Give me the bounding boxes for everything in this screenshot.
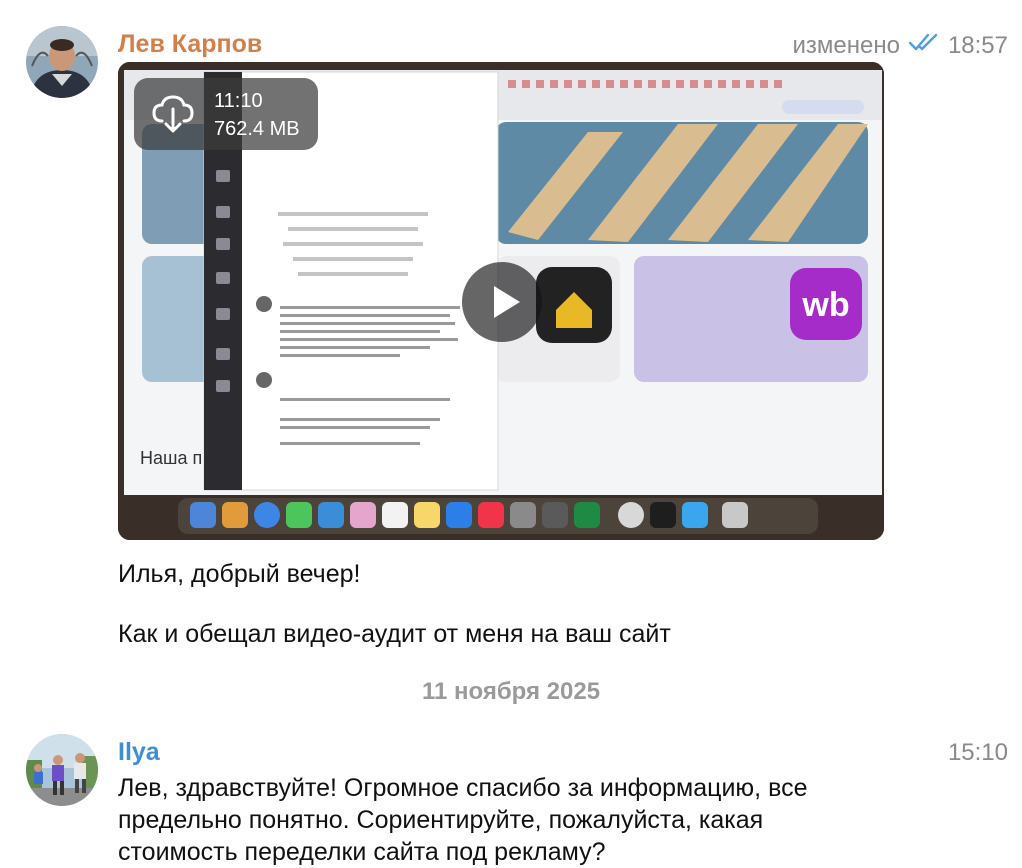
avatar-lev[interactable] bbox=[26, 26, 98, 98]
sender-name[interactable]: Ilya bbox=[118, 738, 160, 767]
message-time: 18:57 bbox=[947, 31, 1008, 59]
download-badge[interactable]: 11:10 762.4 MB bbox=[134, 78, 318, 150]
message-text-line: Илья, добрый вечер! bbox=[118, 560, 361, 588]
double-check-icon bbox=[908, 31, 940, 60]
video-size: 762.4 MB bbox=[214, 118, 300, 140]
message-meta: 15:10 bbox=[948, 739, 1008, 767]
play-icon bbox=[494, 286, 520, 318]
message-text-line: Лев, здравствуйте! Огромное спасибо за и… bbox=[118, 774, 808, 802]
message-text-line: стоимость переделки сайта под рекламу? bbox=[118, 838, 606, 866]
date-separator: 11 ноября 2025 bbox=[421, 678, 601, 705]
cloud-download-icon[interactable] bbox=[150, 91, 196, 142]
preview-headline: Наша п bbox=[140, 448, 202, 468]
avatar-lev-image bbox=[26, 26, 98, 98]
avatar-ilya-image bbox=[26, 734, 98, 806]
video-duration: 11:10 bbox=[214, 90, 263, 112]
message-time: 15:10 bbox=[947, 739, 1008, 766]
sender-name[interactable]: Лев Карпов bbox=[118, 30, 262, 59]
message-meta: изменено 18:57 bbox=[792, 31, 1008, 60]
wb-logo-text: wb bbox=[801, 286, 849, 324]
play-button[interactable] bbox=[462, 262, 542, 342]
message-text-line: Как и обещал видео-аудит от меня на ваш … bbox=[118, 620, 671, 648]
edited-label: изменено bbox=[792, 31, 900, 59]
video-attachment[interactable]: wb Наша п 11:10 762.4 MB bbox=[118, 62, 884, 540]
avatar-ilya[interactable] bbox=[26, 734, 98, 806]
message-text-line: предельно понятно. Сориентируйте, пожалу… bbox=[118, 806, 764, 834]
